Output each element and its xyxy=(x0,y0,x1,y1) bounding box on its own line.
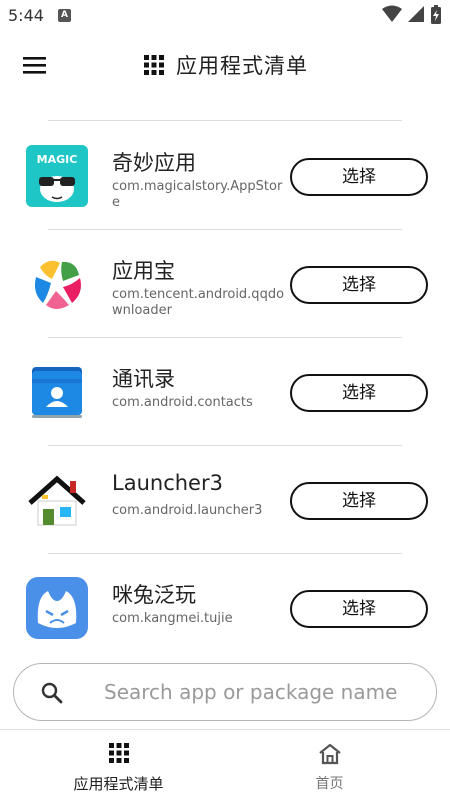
app-package: com.magicalstory.AppStore xyxy=(112,179,283,210)
app-name: 咪兔泛玩 xyxy=(112,583,196,607)
page-title: 应用程式清单 xyxy=(176,54,308,78)
launcher-house-icon xyxy=(28,475,86,526)
bottom-nav: 应用程式清单 首页 xyxy=(0,729,450,800)
notification-a-icon: A xyxy=(58,9,71,22)
nav-tab-app-list[interactable]: 应用程式清单 xyxy=(6,730,231,800)
search-icon xyxy=(41,682,63,704)
signal-icon xyxy=(407,6,424,22)
app-package: com.tencent.android.qqdownloader xyxy=(112,287,285,318)
contacts-icon xyxy=(32,367,82,418)
select-button[interactable]: 选择 xyxy=(290,158,428,196)
list-item: MAGIC 奇妙应用 com.magicalstory.AppStore 选择 xyxy=(0,121,450,229)
app-name: Launcher3 xyxy=(112,471,223,495)
nav-tab-home[interactable]: 首页 xyxy=(217,730,442,800)
grid-icon xyxy=(144,55,164,75)
list-item: 应用宝 com.tencent.android.qqdownloader 选择 xyxy=(0,229,450,337)
app-package: com.android.contacts xyxy=(112,395,253,410)
app-bar: 应用程式清单 xyxy=(0,38,450,94)
yingyongbao-icon xyxy=(34,260,81,309)
svg-text:MAGIC: MAGIC xyxy=(37,153,78,166)
grid-icon xyxy=(108,743,129,763)
select-button[interactable]: 选择 xyxy=(290,374,428,412)
page-title-group: 应用程式清单 xyxy=(144,50,308,80)
app-name: 通讯录 xyxy=(112,367,175,391)
status-bar: 5:44 A xyxy=(0,0,450,32)
magic-app-icon: MAGIC xyxy=(26,145,88,207)
search-bar[interactable] xyxy=(13,663,437,721)
status-time: 5:44 xyxy=(8,6,44,25)
wifi-icon xyxy=(381,5,402,22)
app-name: 应用宝 xyxy=(112,259,175,283)
app-package: com.android.launcher3 xyxy=(112,503,263,518)
select-button[interactable]: 选择 xyxy=(290,266,428,304)
status-icons xyxy=(381,5,442,25)
search-input[interactable] xyxy=(104,677,424,707)
select-button[interactable]: 选择 xyxy=(290,590,428,628)
app-name: 奇妙应用 xyxy=(112,151,196,175)
app-list[interactable]: MAGIC 奇妙应用 com.magicalstory.AppStore 选择 … xyxy=(0,120,450,658)
list-item: Launcher3 com.android.launcher3 选择 xyxy=(0,445,450,553)
nav-label: 应用程式清单 xyxy=(73,775,164,793)
list-item: 通讯录 com.android.contacts 选择 xyxy=(0,337,450,445)
list-item: 咪兔泛玩 com.kangmei.tujie 选择 xyxy=(0,553,450,658)
home-icon xyxy=(318,743,341,765)
app-package: com.kangmei.tujie xyxy=(112,611,233,626)
mitu-app-icon xyxy=(26,577,88,639)
select-button[interactable]: 选择 xyxy=(290,482,428,520)
battery-icon xyxy=(431,5,441,24)
hamburger-menu-icon[interactable] xyxy=(22,53,48,77)
nav-label: 首页 xyxy=(315,776,344,792)
